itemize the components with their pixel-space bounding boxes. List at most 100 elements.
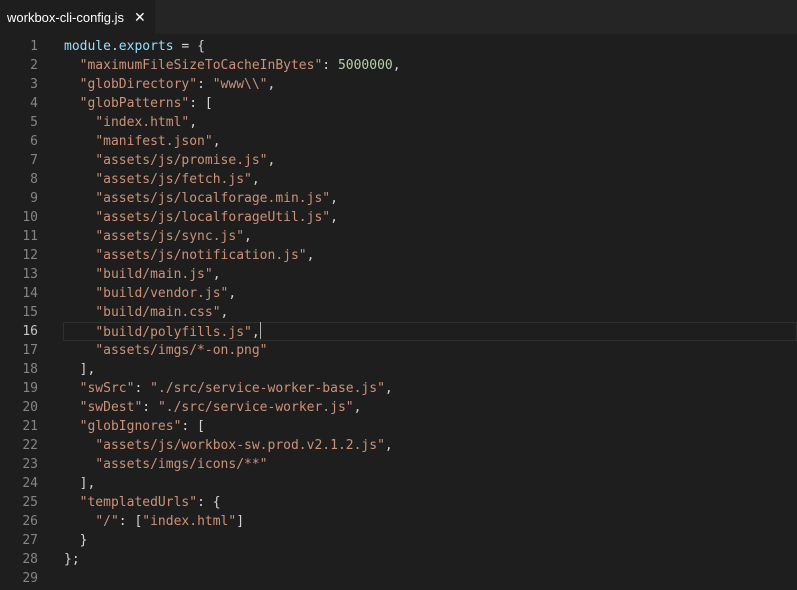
punctuation-token: ,: [251, 172, 260, 187]
line-code: "/": ["index.html"]: [64, 512, 244, 531]
punctuation-token: [64, 267, 95, 282]
line-code: "globIgnores": [: [64, 417, 205, 436]
code-line[interactable]: 22 "assets/js/workbox-sw.prod.v2.1.2.js"…: [0, 436, 797, 455]
string-token: "assets/imgs/icons/**": [95, 457, 268, 472]
line-code: "assets/imgs/*-on.png": [64, 341, 268, 360]
code-line[interactable]: 23 "assets/imgs/icons/**": [0, 455, 797, 474]
code-line[interactable]: 29: [0, 569, 797, 588]
code-line[interactable]: 11 "assets/js/sync.js",: [0, 227, 797, 246]
line-number: 11: [22, 229, 38, 244]
string-token: "build/main.css": [95, 305, 221, 320]
code-line[interactable]: 17 "assets/imgs/*-on.png": [0, 341, 797, 360]
punctuation-token: ,: [384, 438, 393, 453]
code-line[interactable]: 27 }: [0, 531, 797, 550]
code-line[interactable]: 3 "globDirectory": "www\\",: [0, 75, 797, 94]
punctuation-token: :: [142, 400, 158, 415]
number-token: 5000000: [337, 58, 393, 73]
string-token: "globIgnores": [79, 419, 182, 434]
punctuation-token: ,: [267, 77, 276, 92]
code-line[interactable]: 24 ],: [0, 474, 797, 493]
line-code: "swDest": "./src/service-worker.js",: [64, 398, 362, 417]
line-number: 5: [30, 115, 38, 130]
code-line[interactable]: 21 "globIgnores": [: [0, 417, 797, 436]
punctuation-token: [64, 172, 95, 187]
punctuation-token: ,: [306, 248, 315, 263]
line-code: "build/vendor.js",: [64, 284, 236, 303]
line-code: module.exports = {: [64, 37, 205, 56]
line-number: 16: [22, 324, 38, 339]
code-line[interactable]: 10 "assets/js/localforageUtil.js",: [0, 208, 797, 227]
code-line[interactable]: 12 "assets/js/notification.js",: [0, 246, 797, 265]
code-line[interactable]: 20 "swDest": "./src/service-worker.js",: [0, 398, 797, 417]
tab-workbox-cli-config[interactable]: workbox-cli-config.js ✕: [0, 0, 155, 34]
string-token: "assets/imgs/*-on.png": [95, 343, 268, 358]
punctuation-token: [64, 457, 95, 472]
string-token: "build/vendor.js": [95, 286, 229, 301]
punctuation-token: [64, 96, 80, 111]
code-line[interactable]: 5 "index.html",: [0, 113, 797, 132]
line-number: 22: [22, 438, 38, 453]
code-line[interactable]: 25 "templatedUrls": {: [0, 493, 797, 512]
punctuation-token: ,: [212, 134, 221, 149]
code-line[interactable]: 2 "maximumFileSizeToCacheInBytes": 50000…: [0, 56, 797, 75]
line-number: 13: [22, 267, 38, 282]
line-number: 8: [30, 172, 38, 187]
code-line[interactable]: 4 "globPatterns": [: [0, 94, 797, 113]
code-editor[interactable]: 1 module.exports = {2 "maximumFileSizeToC…: [0, 34, 797, 590]
code-line[interactable]: 14 "build/vendor.js",: [0, 284, 797, 303]
punctuation-token: [64, 400, 80, 415]
punctuation-token: : [: [181, 419, 205, 434]
tab-bar: workbox-cli-config.js ✕: [0, 0, 797, 34]
punctuation-token: :: [134, 381, 151, 396]
string-token: "globDirectory": [79, 77, 198, 92]
line-code: "index.html",: [64, 113, 197, 132]
punctuation-token: [64, 58, 80, 73]
close-icon[interactable]: ✕: [134, 9, 146, 26]
punctuation-token: .: [110, 39, 119, 54]
punctuation-token: : [: [189, 96, 213, 111]
identifier-token: exports: [118, 39, 174, 54]
line-code: "assets/js/sync.js",: [64, 227, 252, 246]
punctuation-token: };: [64, 552, 80, 567]
string-token: "swDest": [79, 400, 143, 415]
line-number: 6: [30, 134, 38, 149]
code-line[interactable]: 26 "/": ["index.html"]: [0, 512, 797, 531]
code-line[interactable]: 13 "build/main.js",: [0, 265, 797, 284]
punctuation-token: ],: [64, 362, 96, 377]
string-token: "build/polyfills.js": [95, 325, 252, 340]
code-line[interactable]: 9 "assets/js/localforage.min.js",: [0, 189, 797, 208]
punctuation-token: ,: [353, 400, 362, 415]
line-number: 21: [22, 419, 38, 434]
line-number: 29: [22, 571, 38, 586]
code-line[interactable]: 19 "swSrc": "./src/service-worker-base.j…: [0, 379, 797, 398]
punctuation-token: [64, 286, 95, 301]
line-number: 25: [22, 495, 38, 510]
code-line[interactable]: 6 "manifest.json",: [0, 132, 797, 151]
line-number: 23: [22, 457, 38, 472]
code-line[interactable]: 7 "assets/js/promise.js",: [0, 151, 797, 170]
string-token: "assets/js/promise.js": [95, 153, 268, 168]
punctuation-token: ,: [251, 325, 260, 340]
line-code: ],: [64, 360, 96, 379]
punctuation-token: ,: [228, 286, 237, 301]
punctuation-token: [64, 343, 95, 358]
punctuation-token: : {: [197, 495, 221, 510]
code-line[interactable]: 8 "assets/js/fetch.js",: [0, 170, 797, 189]
punctuation-token: [64, 438, 95, 453]
punctuation-token: [64, 153, 95, 168]
code-line[interactable]: 16 "build/polyfills.js",: [0, 322, 797, 341]
line-number: 3: [30, 77, 38, 92]
code-line[interactable]: 15 "build/main.css",: [0, 303, 797, 322]
punctuation-token: [64, 134, 95, 149]
line-code: };: [64, 550, 80, 569]
punctuation-token: = {: [173, 39, 205, 54]
code-line[interactable]: 18 ],: [0, 360, 797, 379]
punctuation-token: [64, 77, 80, 92]
line-code: "assets/js/promise.js",: [64, 151, 275, 170]
line-number: 12: [22, 248, 38, 263]
punctuation-token: [64, 381, 80, 396]
code-line[interactable]: 28};: [0, 550, 797, 569]
code-line[interactable]: 1 module.exports = {: [0, 37, 797, 56]
line-code: "assets/js/localforage.min.js",: [64, 189, 338, 208]
line-number: 28: [22, 552, 38, 567]
